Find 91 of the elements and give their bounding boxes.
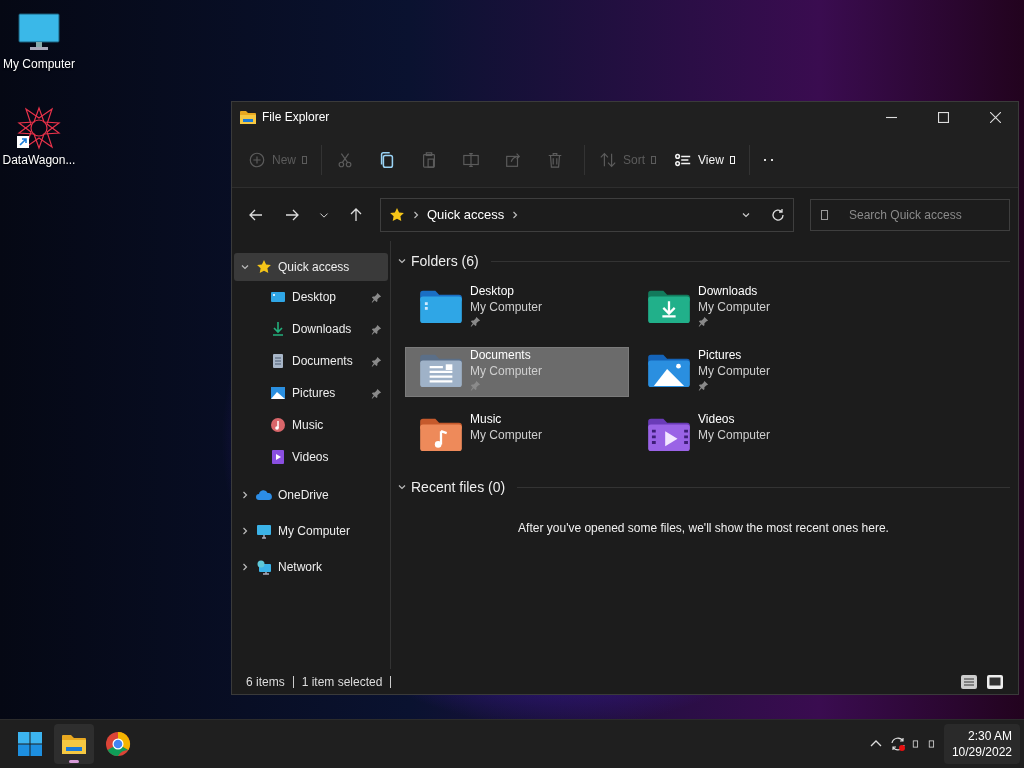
nav-item[interactable]: Desktop	[234, 281, 388, 313]
empty-message: After you've opened some files, we'll show the most recent ones here.	[517, 520, 890, 537]
forward-arrow-icon	[285, 207, 299, 222]
desktop-icon	[270, 289, 286, 305]
expand-chevron-icon	[240, 490, 250, 500]
folder-name: Downloads	[698, 284, 759, 298]
folder-location: My Computer	[698, 364, 771, 378]
windows-logo-icon	[17, 731, 43, 757]
nav-item[interactable]: Network	[234, 553, 388, 581]
folder-location: My Computer	[698, 428, 771, 442]
folder-tile[interactable]: Desktop My Computer	[405, 283, 629, 333]
star-pattern-icon	[17, 106, 61, 150]
monitor-icon	[256, 523, 272, 539]
search-field[interactable]: Search Quick access	[811, 199, 1009, 230]
browser-icon	[105, 731, 131, 757]
star-icon	[389, 206, 405, 223]
window-title: File Explorer	[262, 110, 331, 124]
refresh-icon[interactable]	[771, 207, 785, 222]
folder-name: Videos	[698, 412, 736, 426]
pin-icon	[371, 355, 382, 367]
pin-icon	[470, 316, 481, 327]
taskbar-app-button[interactable]	[54, 724, 94, 764]
pin-icon	[371, 323, 382, 335]
view-button[interactable]: View	[666, 142, 743, 177]
sync-icon[interactable]	[889, 736, 906, 752]
nav-item[interactable]: My Computer	[234, 517, 388, 545]
document-icon	[270, 353, 286, 369]
folder-name: Pictures	[698, 348, 743, 362]
pin-icon	[470, 380, 481, 391]
folder-icon	[646, 416, 692, 452]
download-icon	[270, 321, 286, 337]
collapse-chevron-icon	[240, 262, 250, 272]
folder-icon	[418, 416, 464, 452]
folder-tile[interactable]: Music My Computer	[405, 411, 629, 461]
folder-location: My Computer	[470, 428, 543, 442]
folder-name: Music	[470, 412, 503, 426]
address-bar[interactable]: Quick access	[380, 197, 794, 232]
maximize-icon	[937, 111, 949, 123]
expand-chevron-icon	[240, 562, 250, 572]
star-icon	[256, 259, 272, 275]
folder-tile[interactable]: Downloads My Computer	[633, 283, 857, 333]
nav-item[interactable]: Videos	[234, 441, 388, 473]
music-icon	[270, 417, 286, 433]
desktop-icon-label[interactable]: DataWagon...	[2, 153, 76, 167]
folder-location: My Computer	[470, 300, 543, 314]
nav-item[interactable]: Documents	[234, 345, 388, 377]
desktop-icon-label[interactable]: My Computer	[3, 57, 75, 71]
dropdown-icon	[729, 155, 735, 164]
picture-icon	[270, 385, 286, 401]
breadcrumb[interactable]: Quick access	[427, 207, 505, 222]
folder-icon	[646, 352, 692, 388]
nav-item[interactable]: Music	[234, 409, 388, 441]
folder-location: My Computer	[470, 364, 543, 378]
pin-icon	[371, 387, 382, 399]
folder-icon	[646, 288, 692, 324]
folder-tile[interactable]: Videos My Computer	[633, 411, 857, 461]
section-heading[interactable]: Recent files (0)	[411, 479, 506, 495]
details-view-button[interactable]	[960, 672, 978, 691]
tiles-view-button[interactable]	[986, 672, 1004, 691]
selection-count: 1 item selected	[301, 674, 383, 689]
folder-name: Desktop	[470, 284, 516, 298]
nav-item[interactable]: Downloads	[234, 313, 388, 345]
pin-icon	[698, 380, 709, 391]
dropdown-icon	[651, 155, 657, 164]
expand-chevron-icon	[240, 526, 250, 536]
folder-icon	[240, 110, 256, 124]
section-heading[interactable]: Folders (6)	[411, 253, 479, 269]
shortcut-arrow-icon	[17, 136, 29, 148]
video-icon	[270, 449, 286, 465]
folder-tile[interactable]: Pictures My Computer	[633, 347, 857, 397]
search-glyph-icon	[821, 209, 828, 220]
close-icon	[989, 111, 1001, 123]
dropdown-icon	[302, 155, 307, 164]
pin-icon	[698, 316, 709, 327]
folder-icon	[418, 288, 464, 324]
folder-name: Documents	[470, 348, 532, 362]
chevron-icon	[411, 209, 421, 220]
clock[interactable]: 2:30 AM 10/29/2022	[943, 724, 1020, 764]
network-icon	[256, 559, 272, 575]
nav-item[interactable]: Pictures	[234, 377, 388, 409]
more-icon	[763, 158, 773, 161]
item-count: 6 items	[246, 674, 285, 689]
nav-item[interactable]: Quick access	[234, 253, 388, 281]
cloud-icon	[256, 487, 272, 503]
folder-tile[interactable]: Documents My Computer	[405, 347, 629, 397]
back-arrow-icon	[249, 207, 263, 222]
pin-icon	[371, 291, 382, 303]
folder-icon	[418, 352, 464, 388]
folder-location: My Computer	[698, 300, 771, 314]
nav-item[interactable]: OneDrive	[234, 481, 388, 509]
up-arrow-icon	[349, 207, 363, 222]
